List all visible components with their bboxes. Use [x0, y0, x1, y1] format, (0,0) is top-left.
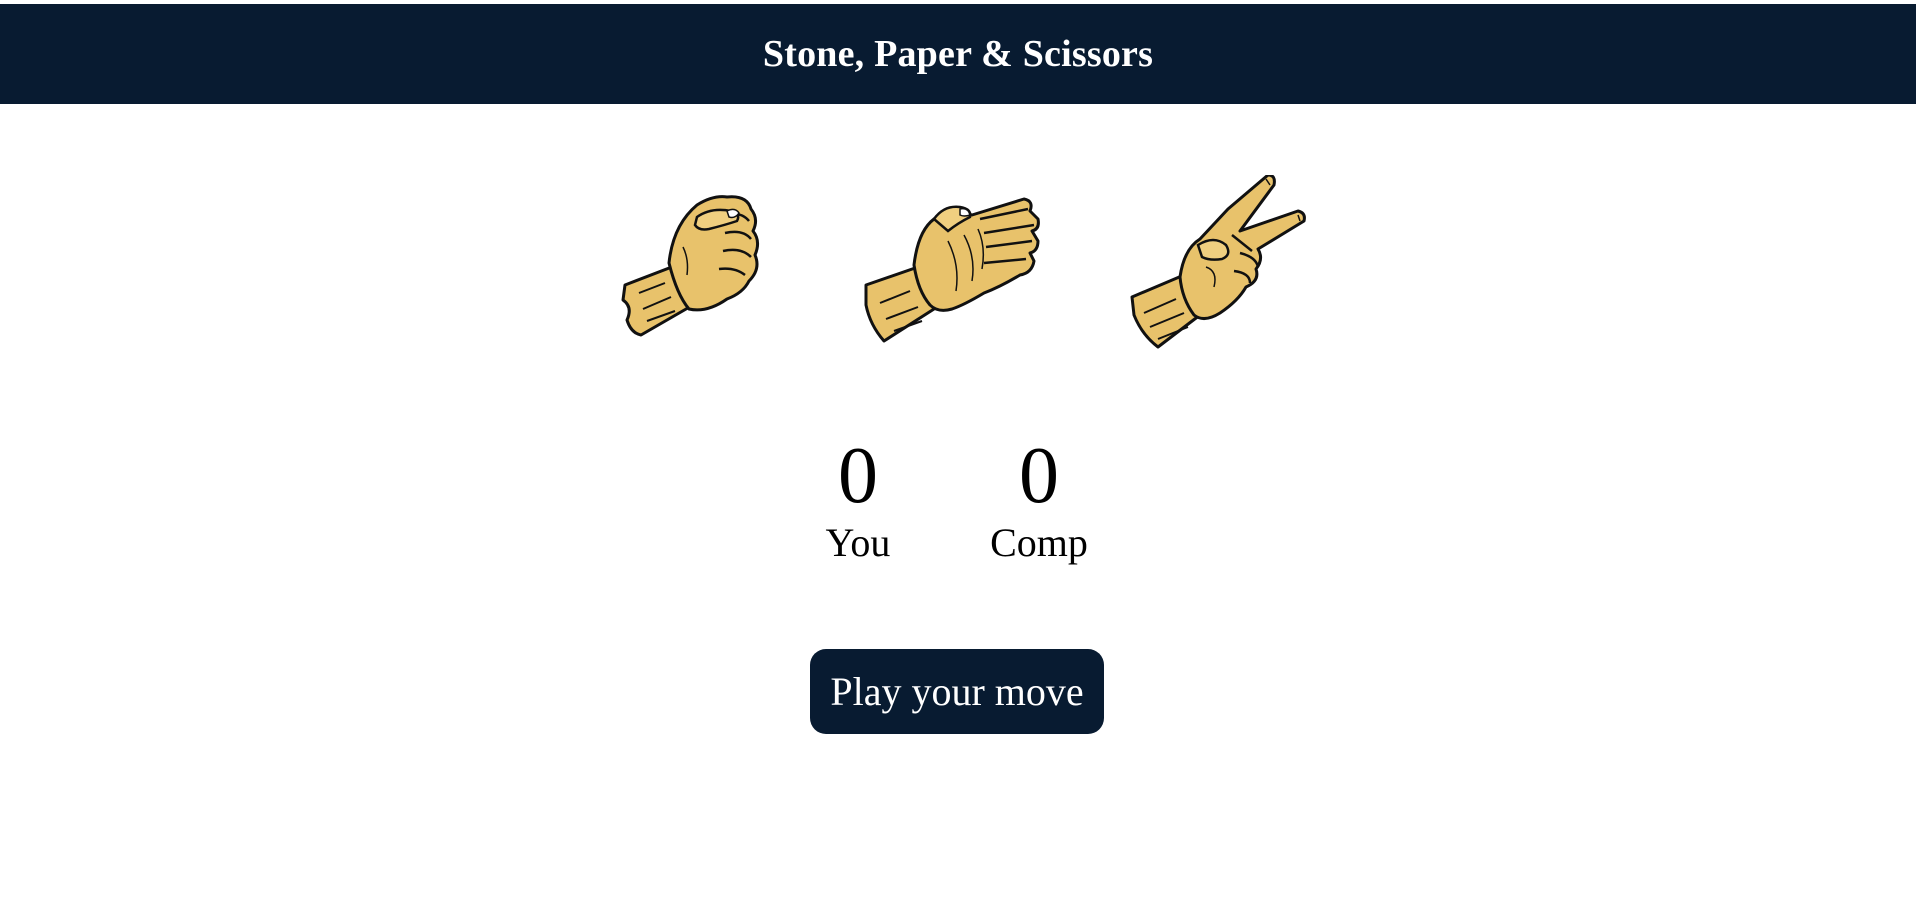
- user-score: 0: [838, 432, 878, 520]
- choices-row: [0, 175, 1916, 355]
- comp-score-label: Comp: [990, 520, 1088, 565]
- open-palm-hand-icon: [864, 197, 1040, 343]
- fist-hand-icon: [621, 195, 760, 337]
- rock-choice-button[interactable]: [617, 175, 802, 360]
- user-score-panel: 0 You: [768, 430, 948, 566]
- page-title: Stone, Paper & Scissors: [762, 33, 1154, 75]
- comp-score: 0: [1019, 432, 1059, 520]
- user-score-label: You: [825, 520, 891, 565]
- scoreboard: 0 You 0 Comp: [0, 430, 1916, 570]
- app-header: Stone, Paper & Scissors: [0, 4, 1916, 104]
- paper-choice-button[interactable]: [860, 175, 1045, 360]
- peace-sign-hand-icon: [1130, 175, 1306, 349]
- message-button[interactable]: Play your move: [810, 649, 1104, 734]
- comp-score-panel: 0 Comp: [949, 430, 1129, 566]
- scissors-choice-button[interactable]: [1128, 175, 1313, 360]
